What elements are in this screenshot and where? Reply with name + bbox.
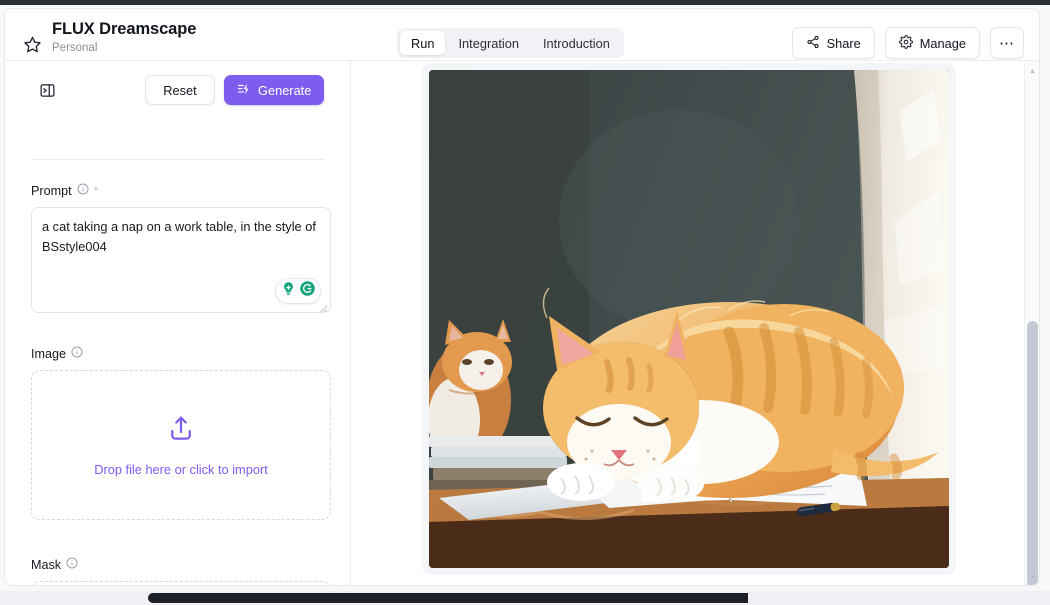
mask-label: Mask xyxy=(31,557,62,572)
grammarly-logo-icon[interactable] xyxy=(299,280,316,302)
preview-area xyxy=(352,61,1024,585)
mask-field-group: Mask xyxy=(31,557,331,585)
tab-bar: Run Integration Introduction xyxy=(397,28,624,58)
image-label-row: Image xyxy=(31,346,331,361)
grammarly-bulb-icon[interactable] xyxy=(280,280,297,302)
info-icon[interactable] xyxy=(66,557,78,572)
share-button[interactable]: Share xyxy=(791,27,875,59)
title-block: FLUX Dreamscape Personal xyxy=(52,19,196,56)
generate-button[interactable]: Generate xyxy=(224,75,325,105)
manage-button[interactable]: Manage xyxy=(884,27,980,59)
workspace-subtitle: Personal xyxy=(52,42,98,54)
manage-button-label: Manage xyxy=(919,35,966,51)
tab-run[interactable]: Run xyxy=(400,31,446,55)
more-options-button[interactable]: ⋯ xyxy=(990,27,1024,59)
mask-dropzone[interactable] xyxy=(31,581,331,585)
scroll-up-arrow-icon[interactable]: ▲ xyxy=(1025,63,1039,79)
prompt-input-value: a cat taking a nap on a work table, in t… xyxy=(42,219,320,254)
reset-button-label: Reset xyxy=(163,82,197,98)
share-button-label: Share xyxy=(826,35,861,51)
horizontal-scrollbar[interactable] xyxy=(0,591,1050,605)
reset-button[interactable]: Reset xyxy=(145,75,215,105)
image-dropzone-label: Drop file here or click to import xyxy=(94,462,268,477)
tab-introduction[interactable]: Introduction xyxy=(532,31,621,55)
app-window: FLUX Dreamscape Personal Run Integration… xyxy=(4,8,1040,586)
result-card xyxy=(422,63,956,575)
ellipsis-icon: ⋯ xyxy=(999,35,1015,52)
generate-button-label: Generate xyxy=(258,82,312,98)
mask-label-row: Mask xyxy=(31,557,331,572)
prompt-label-row: Prompt * xyxy=(31,183,331,198)
page-title: FLUX Dreamscape xyxy=(52,20,197,38)
top-action-group: Share Manage ⋯ xyxy=(791,27,1024,59)
prompt-label: Prompt xyxy=(31,183,72,198)
required-marker: * xyxy=(93,183,99,198)
prompt-input[interactable]: a cat taking a nap on a work table, in t… xyxy=(31,207,331,313)
share-nodes-icon xyxy=(806,35,820,52)
tab-integration[interactable]: Integration xyxy=(447,31,529,55)
textarea-resize-handle[interactable] xyxy=(317,300,328,313)
top-bar: FLUX Dreamscape Personal Run Integration… xyxy=(5,9,1039,61)
upload-icon xyxy=(166,413,196,448)
flash-generate-icon xyxy=(237,82,251,99)
prompt-field-group: Prompt * a cat taking a nap on a work ta… xyxy=(31,183,331,313)
grammarly-assistant-widget[interactable] xyxy=(275,278,321,304)
page-background: FLUX Dreamscape Personal Run Integration… xyxy=(0,5,1050,605)
image-dropzone[interactable]: Drop file here or click to import xyxy=(31,370,331,520)
scrollbar-thumb-gap xyxy=(748,593,823,603)
toolbar-divider xyxy=(31,159,325,160)
favorite-star-icon[interactable] xyxy=(19,31,45,57)
info-icon[interactable] xyxy=(77,183,89,198)
panel-toolbar: Reset Generate xyxy=(5,61,350,119)
left-config-panel: Reset Generate Prompt * a cat taking a n… xyxy=(5,61,351,585)
horizontal-scrollbar-thumb[interactable] xyxy=(148,593,823,603)
image-label: Image xyxy=(31,346,67,361)
panel-collapse-icon[interactable] xyxy=(35,78,59,102)
gear-icon xyxy=(898,34,913,52)
scroll-down-arrow-icon[interactable]: ▼ xyxy=(1025,569,1039,585)
image-field-group: Image Drop file here or click to import xyxy=(31,346,331,520)
vertical-scrollbar[interactable]: ▲ ▼ xyxy=(1024,61,1039,585)
info-icon[interactable] xyxy=(71,346,83,361)
vertical-scrollbar-thumb[interactable] xyxy=(1027,321,1038,585)
generated-image[interactable] xyxy=(429,70,949,568)
